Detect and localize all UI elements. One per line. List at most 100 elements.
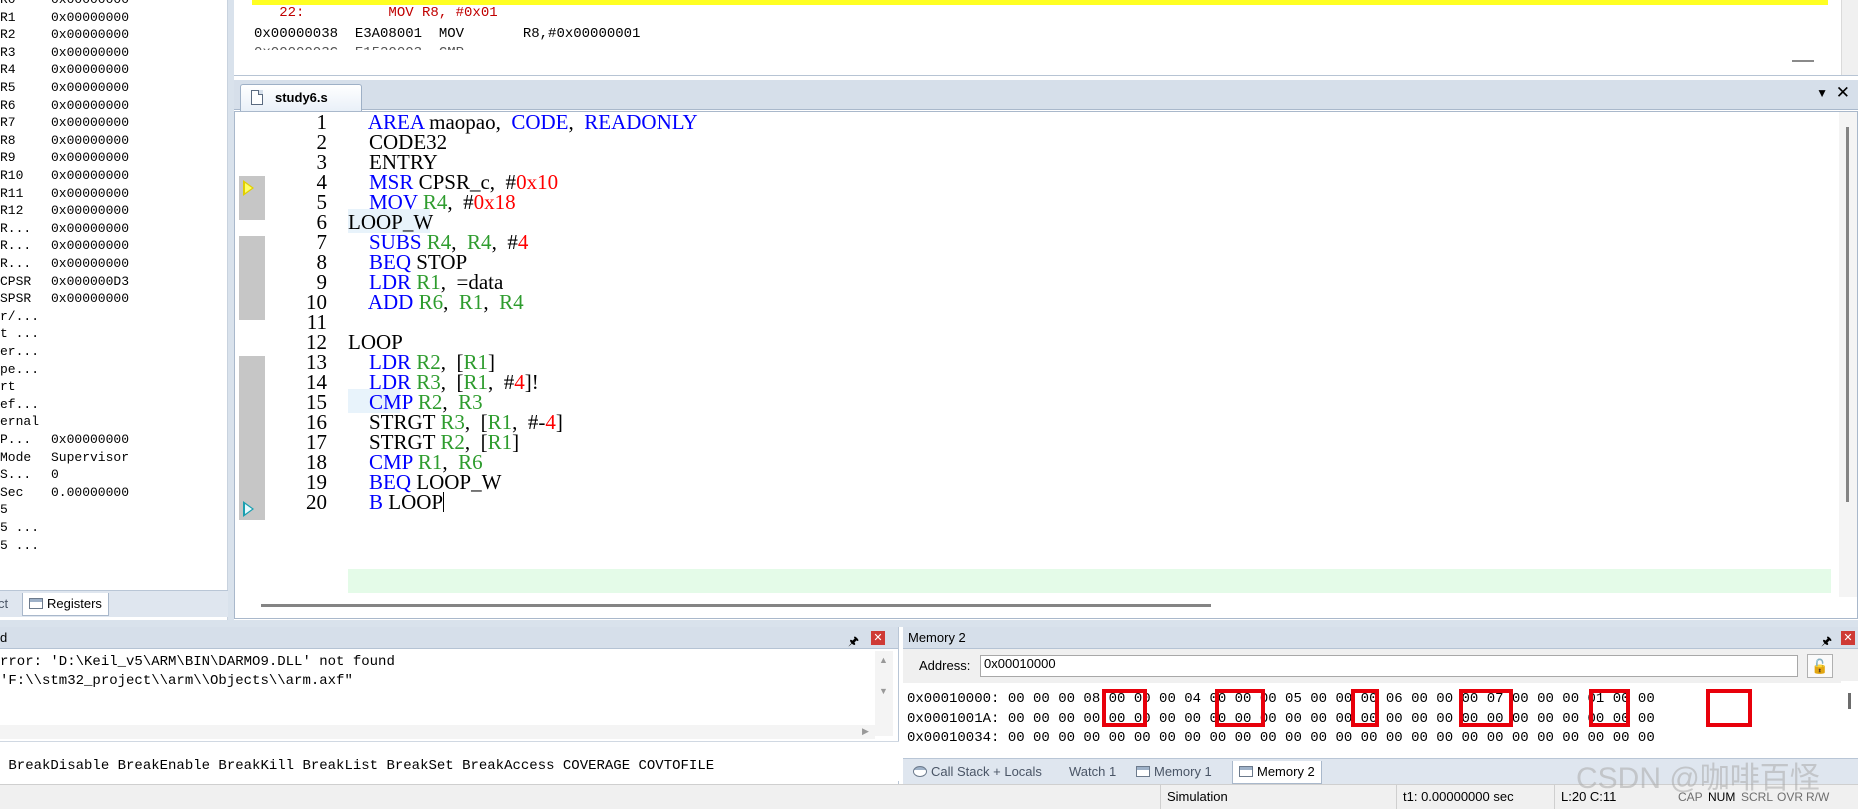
register-value[interactable]: 0x00000000 (51, 220, 129, 237)
close-icon[interactable]: ✕ (1841, 631, 1855, 645)
register-value[interactable]: Supervisor (51, 449, 129, 466)
register-row[interactable]: P... 0x00000000 (0, 431, 227, 448)
register-row[interactable]: 5 (0, 501, 227, 518)
register-value[interactable]: 0x00000000 (51, 97, 129, 114)
register-row[interactable]: 5 ... (0, 537, 227, 554)
register-row[interactable]: R00x00000000 (0, 0, 227, 8)
register-row[interactable]: SPSR 0x00000000 (0, 290, 227, 307)
memory-icon (1239, 766, 1253, 777)
register-row[interactable]: R4 0x00000000 (0, 61, 227, 78)
register-name: R... (0, 238, 32, 254)
code-editor[interactable]: 1 2 3 4 5 6 7 8 9 10 11 12 13 14 15 16 17 18 19 20 AREA mao… (234, 111, 1858, 619)
register-row[interactable]: R... 0x00000000 (0, 220, 227, 237)
executable-line-marker[interactable] (239, 196, 265, 220)
register-row[interactable]: ernal (0, 413, 227, 430)
editor-vertical-scrollbar[interactable] (1839, 112, 1857, 597)
register-row[interactable]: er... (0, 343, 227, 360)
register-value[interactable]: 0x00000000 (51, 79, 129, 96)
register-row[interactable]: R... 0x00000000 (0, 255, 227, 272)
code-register: R6 (418, 290, 444, 314)
command-horizontal-scrollbar[interactable]: ▶ (0, 725, 875, 739)
horizontal-splitter[interactable] (0, 620, 1858, 627)
register-row[interactable]: R3 0x00000000 (0, 44, 227, 61)
register-row[interactable]: R10 0x00000000 (0, 167, 227, 184)
register-row[interactable]: R1 0x00000000 (0, 9, 227, 26)
register-value[interactable]: 0x00000000 (51, 290, 129, 307)
register-row[interactable]: R6 0x00000000 (0, 97, 227, 114)
register-value[interactable]: 0x00000000 (51, 26, 129, 43)
register-value[interactable]: 0x000000D3 (51, 273, 129, 290)
register-row[interactable]: R5 0x00000000 (0, 79, 227, 96)
register-row[interactable]: t ... (0, 325, 227, 342)
tab-watch-1[interactable]: Watch 1 (1063, 761, 1122, 784)
register-row[interactable]: pe... (0, 361, 227, 378)
tab-call-stack[interactable]: Call Stack + Locals (907, 761, 1048, 784)
register-value[interactable]: 0x00000000 (51, 132, 129, 149)
register-value[interactable]: 0x00000000 (51, 44, 129, 61)
disassembly-scrollbar[interactable] (1841, 0, 1858, 75)
memory-icon (1136, 766, 1150, 777)
chevron-down-icon[interactable]: ▼ (1816, 86, 1828, 100)
close-icon[interactable]: ✕ (1836, 83, 1850, 103)
register-value[interactable]: 0x00000000 (51, 185, 129, 202)
tab-memory-1[interactable]: Memory 1 (1130, 761, 1218, 784)
pin-icon[interactable]: 🖈 (848, 631, 859, 652)
register-row[interactable]: Mode Supervisor (0, 449, 227, 466)
register-name: R4 (0, 62, 16, 78)
scroll-down-icon[interactable]: ▼ (879, 686, 888, 696)
code-line[interactable]: ADD R6, R1, R4 (348, 290, 524, 314)
scroll-up-icon[interactable]: ▲ (879, 655, 888, 665)
register-row[interactable]: R9 0x00000000 (0, 149, 227, 166)
register-value[interactable]: 0x00000000 (51, 202, 129, 219)
command-scrollbar[interactable]: ▲ ▼ (875, 651, 893, 736)
register-row[interactable]: CPSR 0x000000D3 (0, 273, 227, 290)
register-value[interactable]: 0x00000000 (51, 114, 129, 131)
tab-watch-1-label: Watch 1 (1069, 764, 1117, 779)
register-value[interactable]: 0x00000000 (51, 237, 129, 254)
code-register: R1 (458, 290, 484, 314)
memory-row: 0x00010034: 00 00 00 00 00 00 00 00 00 0… (907, 730, 1655, 746)
register-row[interactable]: R12 0x00000000 (0, 202, 227, 219)
register-row[interactable]: R... 0x00000000 (0, 237, 227, 254)
memory-scrollbar[interactable] (1841, 681, 1858, 755)
register-row[interactable]: R8 0x00000000 (0, 132, 227, 149)
register-value[interactable]: 0x00000000 (51, 9, 129, 26)
tab-memory-2[interactable]: Memory 2 (1232, 761, 1322, 784)
register-value[interactable]: 0x00000000 (51, 149, 129, 166)
tab-project[interactable]: ct (0, 593, 14, 616)
lock-icon[interactable]: 🔓 (1807, 654, 1833, 678)
register-name: R2 (0, 27, 16, 43)
register-value[interactable]: 0 (51, 466, 59, 483)
register-name: P... (0, 432, 32, 447)
disassembly-resize-grip[interactable] (1792, 60, 1814, 62)
register-row[interactable]: ef... (0, 396, 227, 413)
register-value[interactable]: 0x00000000 (51, 61, 129, 78)
register-value[interactable]: 0x00000000 (51, 255, 129, 272)
register-row[interactable]: rt (0, 378, 227, 395)
register-row[interactable]: R11 0x00000000 (0, 185, 227, 202)
register-value[interactable]: 0x00000000 (51, 167, 129, 184)
memory-scroll-thumb[interactable] (1848, 693, 1851, 709)
register-row[interactable]: 5 ... (0, 519, 227, 536)
command-window-title: d (0, 630, 8, 645)
breakpoint-gutter[interactable] (239, 116, 265, 596)
editor-scroll-thumb[interactable] (1846, 127, 1849, 502)
register-row[interactable]: S... 0 (0, 466, 227, 483)
tab-registers[interactable]: Registers (22, 593, 109, 616)
tab-study6-s[interactable]: study6.s (240, 84, 362, 111)
scroll-right-icon[interactable]: ▶ (862, 726, 869, 737)
register-row[interactable]: R7 0x00000000 (0, 114, 227, 131)
editor-horizontal-scrollbar[interactable] (261, 604, 1211, 607)
register-value[interactable]: 0x00000000 (51, 0, 129, 8)
register-row[interactable]: r/... (0, 308, 227, 325)
code-text: ] (555, 410, 563, 434)
register-row[interactable]: R2 0x00000000 (0, 26, 227, 43)
code-line[interactable]: B LOOP (348, 490, 445, 514)
memory-row: 0x0001001A: 00 00 00 00 00 00 00 00 00 0… (907, 711, 1655, 727)
address-input[interactable]: 0x00010000 (980, 655, 1798, 677)
register-row[interactable]: Sec 0.00000000 (0, 484, 227, 501)
register-value[interactable]: 0.00000000 (51, 484, 129, 501)
executable-line-marker[interactable] (239, 296, 265, 320)
close-icon[interactable]: ✕ (871, 631, 885, 645)
register-value[interactable]: 0x00000000 (51, 431, 129, 448)
